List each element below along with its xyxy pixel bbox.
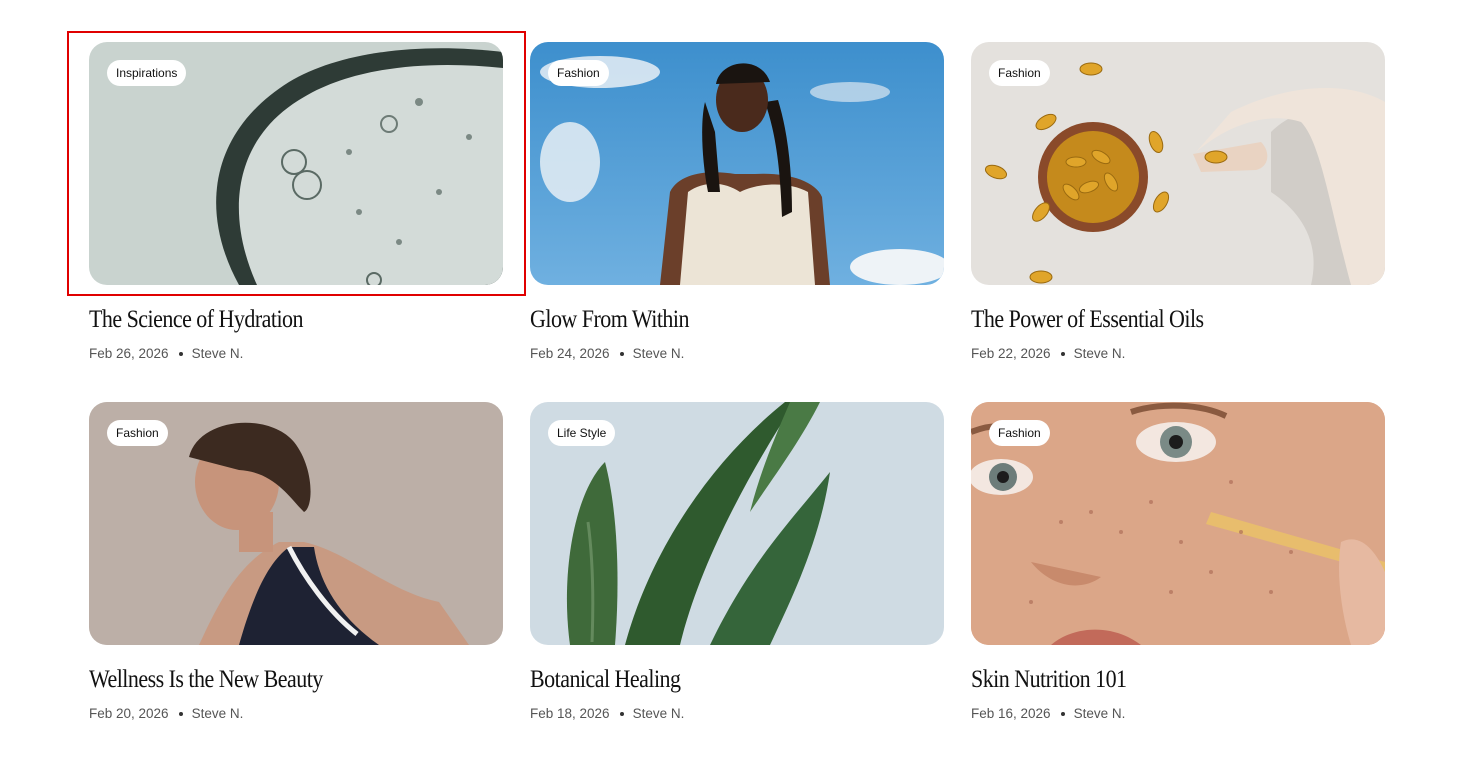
post-date: Feb 26, 2026 xyxy=(89,346,169,361)
post-date: Feb 22, 2026 xyxy=(971,346,1051,361)
post-title[interactable]: The Power of Essential Oils xyxy=(971,305,1335,335)
category-tag[interactable]: Fashion xyxy=(989,60,1050,86)
blog-post-grid: Inspirations The Science of Hydration Fe… xyxy=(89,42,1385,762)
post-thumbnail[interactable]: Fashion xyxy=(971,42,1385,285)
post-meta: Feb 26, 2026 Steve N. xyxy=(89,346,503,361)
post-title[interactable]: Skin Nutrition 101 xyxy=(971,665,1335,695)
post-title[interactable]: Botanical Healing xyxy=(530,665,894,695)
post-author: Steve N. xyxy=(191,346,244,361)
post-thumbnail[interactable]: Inspirations xyxy=(89,42,503,285)
post-card-essential-oils[interactable]: Fashion The Power of Essential Oils Feb … xyxy=(971,42,1385,402)
post-date: Feb 20, 2026 xyxy=(89,706,169,721)
separator-dot xyxy=(619,711,624,716)
post-thumbnail[interactable]: Fashion xyxy=(89,402,503,645)
post-date: Feb 16, 2026 xyxy=(971,706,1051,721)
category-tag[interactable]: Fashion xyxy=(989,420,1050,446)
post-author: Steve N. xyxy=(191,706,244,721)
separator-dot xyxy=(178,351,183,356)
post-meta: Feb 20, 2026 Steve N. xyxy=(89,706,503,721)
post-thumbnail[interactable]: Fashion xyxy=(971,402,1385,645)
separator-dot xyxy=(619,351,624,356)
separator-dot xyxy=(178,711,183,716)
post-card-hydration[interactable]: Inspirations The Science of Hydration Fe… xyxy=(89,42,503,402)
post-card-glow[interactable]: Fashion Glow From Within Feb 24, 2026 St… xyxy=(530,42,944,402)
post-meta: Feb 18, 2026 Steve N. xyxy=(530,706,944,721)
separator-dot xyxy=(1060,711,1065,716)
post-card-botanical[interactable]: Life Style Botanical Healing Feb 18, 202… xyxy=(530,402,944,762)
post-card-skin-nutrition[interactable]: Fashion Skin Nutrition 101 Feb 16, 2026 … xyxy=(971,402,1385,762)
post-author: Steve N. xyxy=(1073,346,1126,361)
post-date: Feb 24, 2026 xyxy=(530,346,610,361)
post-meta: Feb 16, 2026 Steve N. xyxy=(971,706,1385,721)
category-tag[interactable]: Fashion xyxy=(107,420,168,446)
post-thumbnail[interactable]: Life Style xyxy=(530,402,944,645)
post-author: Steve N. xyxy=(632,706,685,721)
post-author: Steve N. xyxy=(1073,706,1126,721)
category-tag[interactable]: Life Style xyxy=(548,420,616,446)
separator-dot xyxy=(1060,351,1065,356)
post-title[interactable]: Glow From Within xyxy=(530,305,894,335)
post-author: Steve N. xyxy=(632,346,685,361)
category-tag[interactable]: Fashion xyxy=(548,60,609,86)
post-thumbnail[interactable]: Fashion xyxy=(530,42,944,285)
post-title[interactable]: The Science of Hydration xyxy=(89,305,453,335)
post-title[interactable]: Wellness Is the New Beauty xyxy=(89,665,453,695)
post-date: Feb 18, 2026 xyxy=(530,706,610,721)
category-tag[interactable]: Inspirations xyxy=(107,60,187,86)
post-meta: Feb 22, 2026 Steve N. xyxy=(971,346,1385,361)
post-meta: Feb 24, 2026 Steve N. xyxy=(530,346,944,361)
post-card-wellness[interactable]: Fashion Wellness Is the New Beauty Feb 2… xyxy=(89,402,503,762)
